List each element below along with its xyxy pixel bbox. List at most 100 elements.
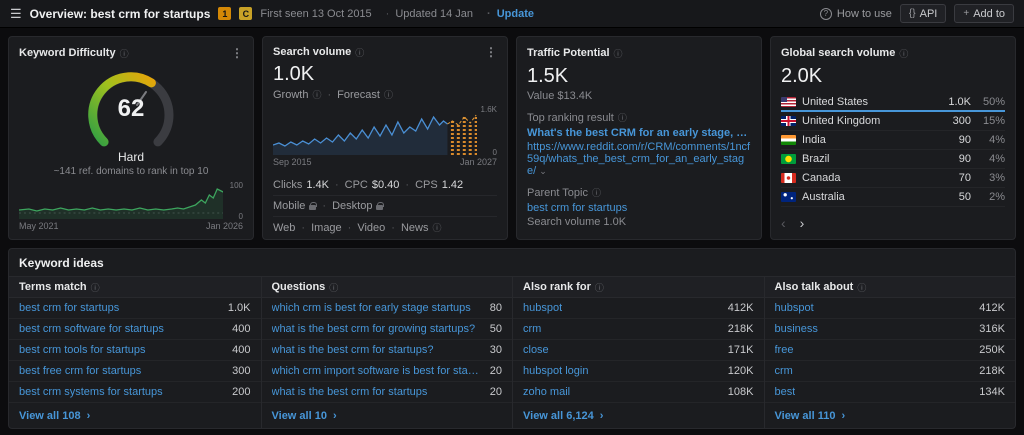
difficulty-level: Hard	[117, 150, 144, 164]
y-axis-max: 1.6K	[480, 105, 497, 114]
country-row-canada[interactable]: Canada 70 3%	[781, 169, 1005, 188]
country-row-brazil[interactable]: Brazil 90 4%	[781, 150, 1005, 169]
mobile-toggle[interactable]: Mobile	[273, 200, 305, 212]
country-name: United Kingdom	[802, 115, 881, 127]
more-menu-icon[interactable]: ⋮	[231, 46, 243, 60]
serp-badge[interactable]: 1	[218, 7, 232, 20]
web-toggle[interactable]: Web	[273, 222, 295, 234]
update-link[interactable]: Update	[481, 8, 534, 20]
y-axis-min: 0	[238, 212, 243, 221]
info-icon[interactable]	[312, 88, 321, 101]
traffic-value-sub: Value $13.4K	[527, 90, 593, 102]
keyword-link[interactable]: which crm is best for early stage startu…	[272, 302, 471, 314]
api-button[interactable]: {} API	[899, 4, 947, 23]
how-to-use-link[interactable]: ? How to use	[819, 7, 892, 20]
parent-topic-label: Parent Topic	[527, 186, 751, 199]
parent-topic-link[interactable]: best crm for startups	[527, 202, 751, 214]
column-header: Questions	[261, 276, 512, 298]
image-toggle[interactable]: Image	[295, 222, 342, 234]
keyword-link[interactable]: close	[523, 344, 549, 356]
keyword-link[interactable]: what is the best crm for startups	[272, 386, 428, 398]
column-header-label: Also talk about	[774, 281, 854, 293]
keyword-row: what is the best crm for startups 20	[261, 382, 512, 403]
chevron-down-icon[interactable]: ⌄	[539, 166, 547, 176]
y-axis-max: 100	[229, 181, 243, 190]
keyword-row: close 171K	[513, 340, 764, 361]
chevron-right-icon[interactable]: ›	[800, 215, 805, 231]
country-name: India	[802, 134, 826, 146]
keyword-row: what is the best crm for growing startup…	[261, 319, 512, 340]
parent-topic-label-text: Parent Topic	[527, 186, 588, 199]
keyword-link[interactable]: hubspot login	[523, 365, 588, 377]
info-icon[interactable]	[120, 47, 129, 60]
growth-toggle[interactable]: Growth	[273, 89, 308, 101]
country-percent: 2%	[989, 191, 1005, 203]
also-talk-about-column: Also talk about hubspot 412K business 316K…	[763, 276, 1015, 428]
keyword-link[interactable]: which crm import software is best for st…	[272, 365, 482, 377]
keyword-link[interactable]: business	[775, 323, 818, 335]
keyword-link[interactable]: crm	[523, 323, 541, 335]
global-volume-value: 2.0K	[781, 65, 823, 87]
top-result-url[interactable]: https://www.reddit.com/r/CRM/comments/1n…	[527, 141, 751, 177]
x-axis-start: May 2021	[19, 221, 59, 231]
info-icon[interactable]	[91, 281, 100, 294]
info-icon[interactable]	[595, 281, 604, 294]
metric-value: 1.4K	[306, 179, 329, 191]
card-header: Keyword Difficulty ⋮	[19, 45, 243, 61]
keyword-link[interactable]: best crm software for startups	[19, 323, 164, 335]
chevron-left-icon[interactable]: ‹	[781, 215, 786, 231]
info-icon[interactable]	[614, 47, 623, 60]
desktop-toggle[interactable]: Desktop	[316, 200, 372, 212]
keyword-link[interactable]: free	[775, 344, 794, 356]
info-icon[interactable]	[899, 47, 908, 60]
info-icon[interactable]	[592, 186, 601, 199]
keyword-link[interactable]: best crm tools for startups	[19, 344, 146, 356]
video-toggle[interactable]: Video	[342, 222, 385, 234]
info-icon[interactable]	[355, 46, 364, 59]
country-pagination: ‹ ›	[781, 211, 1005, 231]
search-volume-title: Search volume	[273, 46, 352, 58]
view-all-link[interactable]: View all 110	[775, 410, 836, 422]
info-icon[interactable]	[384, 88, 393, 101]
forecast-toggle[interactable]: Forecast	[321, 89, 380, 101]
keyword-link[interactable]: hubspot	[523, 302, 562, 314]
menu-icon[interactable]: ☰	[10, 6, 22, 22]
view-all-link[interactable]: View all 6,124	[523, 410, 594, 422]
news-toggle[interactable]: News	[385, 222, 429, 234]
keyword-row: best 134K	[764, 382, 1015, 403]
keyword-link[interactable]: zoho mail	[523, 386, 570, 398]
keyword-row: business 316K	[764, 319, 1015, 340]
add-to-button[interactable]: + Add to	[954, 4, 1014, 23]
info-icon[interactable]	[857, 281, 866, 294]
keyword-link[interactable]: crm	[775, 365, 793, 377]
top-ranking-label-text: Top ranking result	[527, 111, 614, 124]
keyword-row: what is the best crm for startups? 30	[261, 340, 512, 361]
info-icon[interactable]	[329, 281, 338, 294]
country-row-united-kingdom[interactable]: United Kingdom 300 15%	[781, 112, 1005, 131]
keyword-volume: 316K	[979, 323, 1005, 335]
info-icon[interactable]	[618, 111, 627, 124]
country-row-australia[interactable]: Australia 50 2%	[781, 188, 1005, 207]
more-menu-icon[interactable]: ⋮	[485, 45, 497, 59]
info-icon[interactable]	[432, 221, 441, 234]
column-header: Terms match	[9, 276, 261, 298]
keyword-link[interactable]: best crm for startups	[19, 302, 119, 314]
country-row-india[interactable]: India 90 4%	[781, 131, 1005, 150]
view-all-link[interactable]: View all 10	[272, 410, 327, 422]
chevron-right-icon: ›	[599, 409, 604, 422]
country-percent: 15%	[982, 115, 1005, 127]
x-axis-start: Sep 2015	[273, 157, 312, 167]
keyword-link[interactable]: best	[775, 386, 796, 398]
view-all-link[interactable]: View all 108	[19, 410, 81, 422]
country-volume: 1.0K	[948, 95, 971, 108]
top-result-link[interactable]: What's the best CRM for an early stage, …	[527, 127, 751, 139]
keyword-link[interactable]: what is the best crm for growing startup…	[272, 323, 476, 335]
keyword-volume: 412K	[979, 302, 1005, 314]
keyword-link[interactable]: what is the best crm for startups?	[272, 344, 434, 356]
keyword-row: which crm import software is best for st…	[261, 361, 512, 382]
keyword-link[interactable]: hubspot	[775, 302, 814, 314]
keyword-link[interactable]: best free crm for startups	[19, 365, 141, 377]
country-row-united-states[interactable]: United States 1.0K 50%	[781, 93, 1005, 112]
country-badge[interactable]: C	[239, 7, 253, 20]
keyword-link[interactable]: best crm systems for startups	[19, 386, 163, 398]
